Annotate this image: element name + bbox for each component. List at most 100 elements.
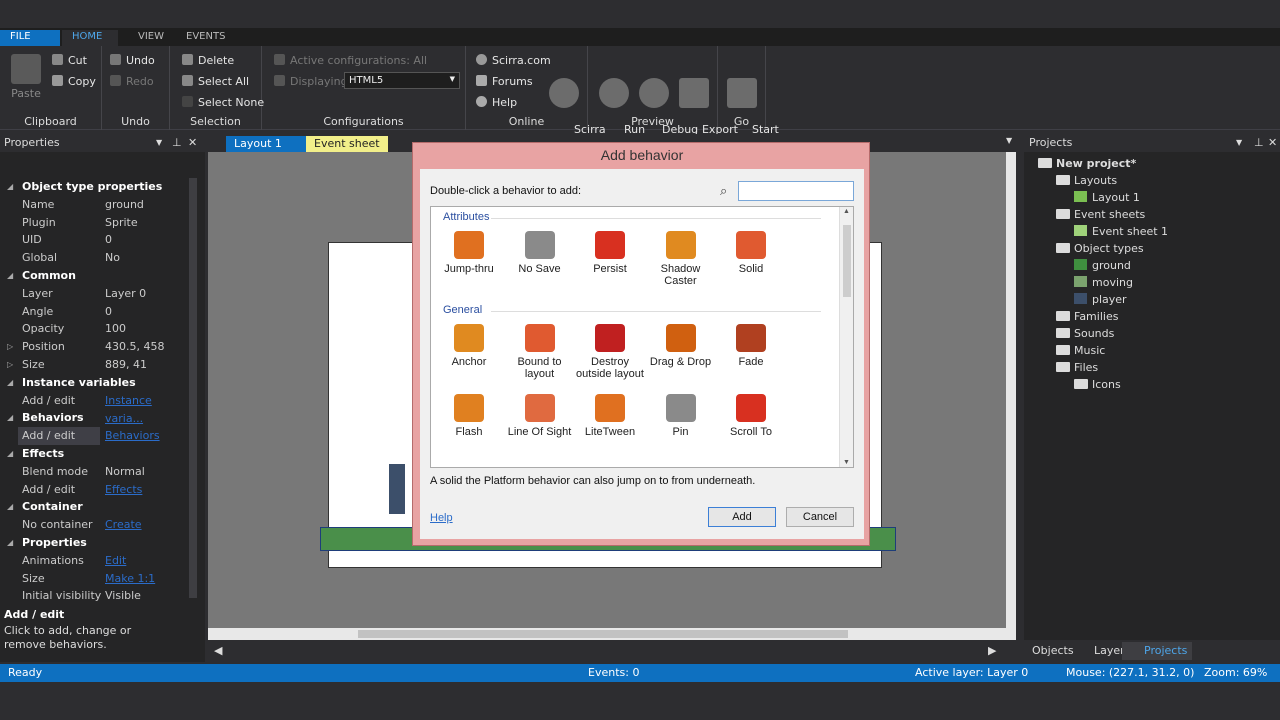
scirra-link[interactable]: Scirra.com [476,54,551,67]
tree-item[interactable]: Files [1056,360,1098,376]
property-row[interactable]: ▷ Position 430.5, 458 [0,338,190,356]
tab-projects[interactable]: Projects [1122,642,1192,660]
property-row[interactable]: ▷ Size 889, 41 [0,356,190,374]
help-link[interactable]: Help [476,96,517,109]
tree-item[interactable]: Event sheet 1 [1074,224,1168,240]
cut-button[interactable]: Cut [52,54,87,67]
expand-icon[interactable]: ▷ [7,338,13,356]
property-row[interactable]: Opacity 100 [0,320,190,338]
tab-events[interactable]: EVENTS [176,30,235,46]
behavior-item[interactable]: Anchor [431,324,507,368]
active-configurations[interactable]: Active configurations: All [274,54,427,67]
behavior-item[interactable]: Flash [431,394,507,438]
forums-link[interactable]: Forums [476,75,533,88]
tree-item[interactable]: Layouts [1056,173,1117,189]
property-row[interactable]: Name ground [0,196,190,214]
behavior-item[interactable]: Line Of Sight [502,394,578,438]
behavior-item[interactable]: Shadow Caster [643,231,719,287]
paste-button[interactable]: Paste [8,54,44,100]
pin-icon[interactable]: ⊥ [172,134,182,152]
behavior-item[interactable]: Fade [713,324,789,368]
scroll-down-icon[interactable]: ▼ [843,459,850,466]
behavior-item[interactable]: Solid [713,231,789,275]
property-link[interactable]: Behaviors [105,427,160,445]
property-link[interactable]: Edit [105,552,126,570]
property-category[interactable]: ◢ Common [0,267,190,285]
property-row[interactable]: Add / edit Instance varia... [0,392,190,425]
behavior-item[interactable]: Scroll To [713,394,789,438]
property-category[interactable]: ◢ Properties [0,534,190,552]
tab-list-dropdown-icon[interactable]: ▼ [1006,136,1012,145]
undo-button[interactable]: Undo [110,54,155,67]
tree-item[interactable]: player [1074,292,1127,308]
property-row[interactable]: Global No [0,249,190,267]
tab-objects[interactable]: Objects [1032,644,1074,657]
displaying-select[interactable]: HTML5 ▼ [344,72,460,89]
tab-file[interactable]: FILE [0,30,60,46]
scroll-up-icon[interactable]: ▲ [843,208,850,215]
behavior-item[interactable]: Drag & Drop [643,324,719,368]
cancel-button[interactable]: Cancel [786,507,854,527]
add-button[interactable]: Add [708,507,776,527]
property-link[interactable]: Make 1:1 [105,570,155,588]
dropdown-icon[interactable]: ▼ [1236,134,1242,152]
property-row[interactable]: Blend mode Normal [0,463,190,481]
scroll-thumb[interactable] [358,630,848,638]
horizontal-scrollbar[interactable] [208,628,1016,640]
collapse-icon[interactable]: ◢ [7,534,13,552]
property-row[interactable]: Add / edit Behaviors [0,427,190,446]
property-row[interactable]: Size Make 1:1 [0,570,190,588]
tree-item[interactable]: Event sheets [1056,207,1145,223]
behavior-item[interactable]: No Save [502,231,578,275]
behavior-list[interactable]: Attributes General Jump-thru No Save Persi… [430,206,854,468]
collapse-icon[interactable]: ◢ [7,178,13,196]
player-sprite[interactable] [389,464,405,514]
collapse-icon[interactable]: ◢ [7,267,13,285]
tree-item[interactable]: ground [1074,258,1131,274]
property-category[interactable]: ◢ Effects [0,445,190,463]
behavior-item[interactable]: Destroy outside layout [572,324,648,380]
property-row[interactable]: Plugin Sprite [0,214,190,232]
close-icon[interactable]: ✕ [188,134,197,152]
collapse-icon[interactable]: ◢ [7,498,13,516]
scroll-left-icon[interactable]: ◀ [214,644,222,657]
delete-button[interactable]: Delete [182,54,234,67]
property-row[interactable]: Angle 0 [0,303,190,321]
vertical-scrollbar[interactable] [1006,152,1016,640]
tree-item[interactable]: Families [1056,309,1118,325]
property-link[interactable]: Create [105,516,142,534]
collapse-icon[interactable]: ◢ [7,374,13,392]
tree-item[interactable]: Music [1056,343,1105,359]
tree-item[interactable]: New project* [1038,156,1136,172]
property-link[interactable]: Effects [105,481,142,499]
redo-button[interactable]: Redo [110,75,154,88]
property-category[interactable]: ◢ Object type properties [0,178,190,196]
property-row[interactable]: Add / edit Effects [0,481,190,499]
close-icon[interactable]: ✕ [1268,134,1277,152]
property-category[interactable]: ◢ Instance variables [0,374,190,392]
tree-item[interactable]: Object types [1056,241,1144,257]
tree-item[interactable]: moving [1074,275,1133,291]
select-all-button[interactable]: Select All [182,75,249,88]
collapse-icon[interactable]: ◢ [7,409,13,427]
dropdown-icon[interactable]: ▼ [156,134,162,152]
behavior-item[interactable]: LiteTween [572,394,648,438]
property-row[interactable]: UID 0 [0,231,190,249]
property-row[interactable]: Layer Layer 0 [0,285,190,303]
behavior-item[interactable]: Jump-thru [431,231,507,275]
tab-view[interactable]: VIEW [128,30,174,46]
scroll-right-icon[interactable]: ▶ [988,644,996,657]
behavior-item[interactable]: Bound to layout [502,324,578,380]
property-row[interactable]: Animations Edit [0,552,190,570]
list-scroll-thumb[interactable] [843,225,851,297]
copy-button[interactable]: Copy [52,75,96,88]
search-input[interactable] [738,181,854,201]
behavior-item[interactable]: Pin [643,394,719,438]
pin-icon[interactable]: ⊥ [1254,134,1264,152]
property-category[interactable]: ◢ Behaviors [0,409,190,427]
behavior-item[interactable]: Persist [572,231,648,275]
list-scrollbar[interactable]: ▲ ▼ [839,207,853,467]
expand-icon[interactable]: ▷ [7,356,13,374]
tree-item[interactable]: Layout 1 [1074,190,1140,206]
select-none-button[interactable]: Select None [182,96,264,109]
